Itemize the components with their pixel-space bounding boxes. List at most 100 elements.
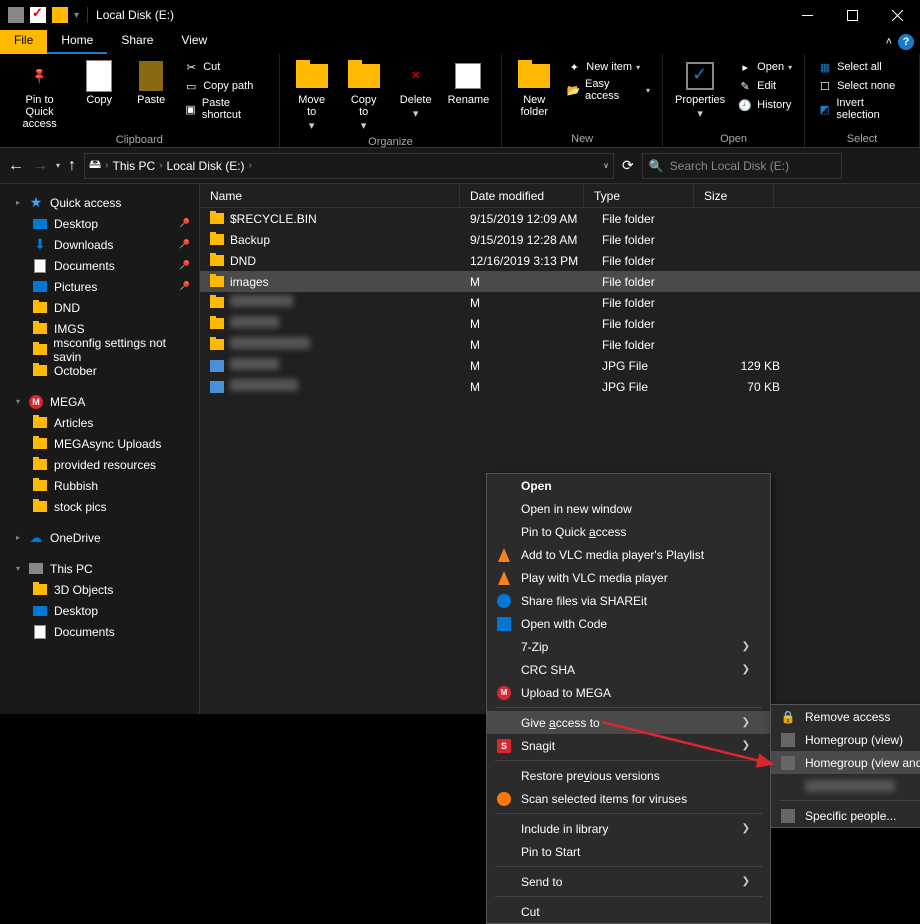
qat-newfolder-icon[interactable] — [52, 7, 68, 23]
sidebar-item[interactable]: msconfig settings not savin — [0, 339, 199, 360]
navigation-pane: ▸★Quick access Desktop📍 ⬇ Downloads📍 Doc… — [0, 184, 200, 714]
easy-access-button[interactable]: 📂Easy access ▾ — [562, 77, 654, 103]
sidebar-quick-access[interactable]: ▸★Quick access — [0, 192, 199, 213]
file-row[interactable]: M File folder — [200, 334, 920, 355]
menu-item[interactable]: S Snagit ❯ — [487, 734, 770, 757]
new-folder-button[interactable]: New folder — [510, 58, 558, 131]
breadcrumb[interactable]: 🖴 › This PC › Local Disk (E:) › ∨ — [84, 153, 614, 179]
up-button[interactable]: ↑ — [68, 157, 76, 175]
menu-item[interactable]: Pin to Quick access — [487, 520, 770, 543]
menu-item[interactable]: Share files via SHAREit — [487, 589, 770, 612]
tab-share[interactable]: Share — [107, 30, 167, 54]
tab-home[interactable]: Home — [47, 30, 107, 54]
menu-item[interactable]: Homegroup (view) — [771, 728, 920, 751]
file-row[interactable]: Backup 9/15/2019 12:28 AM File folder — [200, 229, 920, 250]
select-none-button[interactable]: ☐Select none — [813, 77, 911, 95]
menu-item[interactable]: CRC SHA ❯ — [487, 658, 770, 681]
sidebar-item[interactable]: Desktop📍 — [0, 213, 199, 234]
menu-item[interactable]: Give access to ❯ — [487, 711, 770, 734]
menu-item[interactable]: Restore previous versions — [487, 764, 770, 787]
qat-properties-icon[interactable] — [30, 7, 46, 23]
minimize-button[interactable] — [785, 0, 830, 30]
address-dropdown[interactable]: ∨ — [603, 161, 609, 170]
sidebar-onedrive[interactable]: ▸☁OneDrive — [0, 527, 199, 548]
sidebar-item[interactable]: Pictures📍 — [0, 276, 199, 297]
menu-item[interactable]: Open with Code — [487, 612, 770, 635]
menu-item[interactable]: M Upload to MEGA — [487, 681, 770, 704]
move-to-button[interactable]: Move to▾ — [288, 58, 336, 134]
invert-selection-button[interactable]: ◩Invert selection — [813, 96, 911, 122]
sidebar-item[interactable]: ⬇ Downloads📍 — [0, 234, 199, 255]
people-icon — [779, 754, 797, 772]
paste-button[interactable]: Paste — [127, 58, 175, 132]
menu-item[interactable]: Open — [487, 474, 770, 497]
search-input[interactable]: 🔍 Search Local Disk (E:) — [642, 153, 842, 179]
sidebar-item[interactable]: Documents — [0, 621, 199, 642]
menu-item[interactable]: 🔒 Remove access — [771, 705, 920, 728]
file-row[interactable]: $RECYCLE.BIN 9/15/2019 12:09 AM File fol… — [200, 208, 920, 229]
refresh-button[interactable]: ⟳ — [622, 157, 634, 174]
select-all-button[interactable]: ▦Select all — [813, 58, 911, 76]
file-tab[interactable]: File — [0, 30, 47, 54]
edit-button[interactable]: ✎Edit — [733, 77, 796, 95]
qat-dropdown[interactable]: ▾ — [74, 10, 79, 21]
history-button[interactable]: 🕘History — [733, 96, 796, 114]
new-item-button[interactable]: ✦New item ▾ — [562, 58, 654, 76]
menu-item[interactable]: Include in library ❯ — [487, 817, 770, 840]
crumb-location[interactable]: Local Disk (E:) — [167, 159, 245, 173]
menu-item[interactable]: Send to ❯ — [487, 870, 770, 893]
sidebar-item[interactable]: Rubbish — [0, 475, 199, 496]
file-row[interactable]: M JPG File 70 KB — [200, 376, 920, 397]
sidebar-item[interactable]: Desktop — [0, 600, 199, 621]
pin-to-quick-access-button[interactable]: 📌 Pin to Quick access — [8, 58, 71, 132]
sidebar-item[interactable]: 3D Objects — [0, 579, 199, 600]
collapse-ribbon-icon[interactable]: ˄ — [886, 36, 892, 48]
menu-item[interactable]: Scan selected items for viruses — [487, 787, 770, 810]
column-name[interactable]: Name — [200, 184, 460, 207]
folder-icon — [33, 459, 47, 470]
file-row[interactable]: M JPG File 129 KB — [200, 355, 920, 376]
back-button[interactable]: ← — [8, 157, 24, 175]
sidebar-item[interactable]: MEGAsync Uploads — [0, 433, 199, 454]
open-button[interactable]: ▸Open ▾ — [733, 58, 796, 76]
column-type[interactable]: Type — [584, 184, 694, 207]
cut-button[interactable]: ✂Cut — [179, 58, 270, 76]
crumb-this-pc[interactable]: This PC — [112, 159, 155, 173]
menu-item[interactable]: Play with VLC media player — [487, 566, 770, 589]
file-row[interactable]: M File folder — [200, 292, 920, 313]
file-row[interactable]: images M File folder — [200, 271, 920, 292]
close-button[interactable] — [875, 0, 920, 30]
copy-to-button[interactable]: Copy to▾ — [340, 58, 388, 134]
delete-button[interactable]: ✕Delete▾ — [392, 58, 440, 134]
menu-item[interactable]: 7-Zip ❯ — [487, 635, 770, 658]
menu-item[interactable]: Cut — [487, 900, 770, 923]
help-button[interactable]: ? — [898, 34, 914, 50]
paste-shortcut-button[interactable]: ▣Paste shortcut — [179, 96, 270, 122]
sidebar-item[interactable]: Articles — [0, 412, 199, 433]
menu-item[interactable]: Open in new window — [487, 497, 770, 520]
file-row[interactable]: DND 12/16/2019 3:13 PM File folder — [200, 250, 920, 271]
history-dropdown[interactable]: ▾ — [56, 161, 60, 170]
sidebar-item[interactable]: stock pics — [0, 496, 199, 517]
sidebar-item[interactable]: DND — [0, 297, 199, 318]
history-icon: 🕘 — [737, 97, 753, 113]
menu-item[interactable] — [771, 774, 920, 797]
menu-item[interactable]: Homegroup (view and edit) — [771, 751, 920, 774]
sidebar-item[interactable]: provided resources — [0, 454, 199, 475]
forward-button[interactable]: → — [32, 157, 48, 175]
copy-path-button[interactable]: ▭Copy path — [179, 77, 270, 95]
menu-item[interactable]: Add to VLC media player's Playlist — [487, 543, 770, 566]
sidebar-item[interactable]: Documents📍 — [0, 255, 199, 276]
maximize-button[interactable] — [830, 0, 875, 30]
properties-button[interactable]: Properties▾ — [671, 58, 729, 131]
rename-button[interactable]: Rename — [444, 58, 494, 134]
file-row[interactable]: M File folder — [200, 313, 920, 334]
sidebar-mega[interactable]: ▾MMEGA — [0, 391, 199, 412]
menu-item[interactable]: Pin to Start — [487, 840, 770, 863]
column-size[interactable]: Size — [694, 184, 774, 207]
sidebar-this-pc[interactable]: ▾This PC — [0, 558, 199, 579]
column-date[interactable]: Date modified — [460, 184, 584, 207]
menu-item[interactable]: Specific people... — [771, 804, 920, 827]
copy-button[interactable]: Copy — [75, 58, 123, 132]
tab-view[interactable]: View — [167, 30, 221, 54]
